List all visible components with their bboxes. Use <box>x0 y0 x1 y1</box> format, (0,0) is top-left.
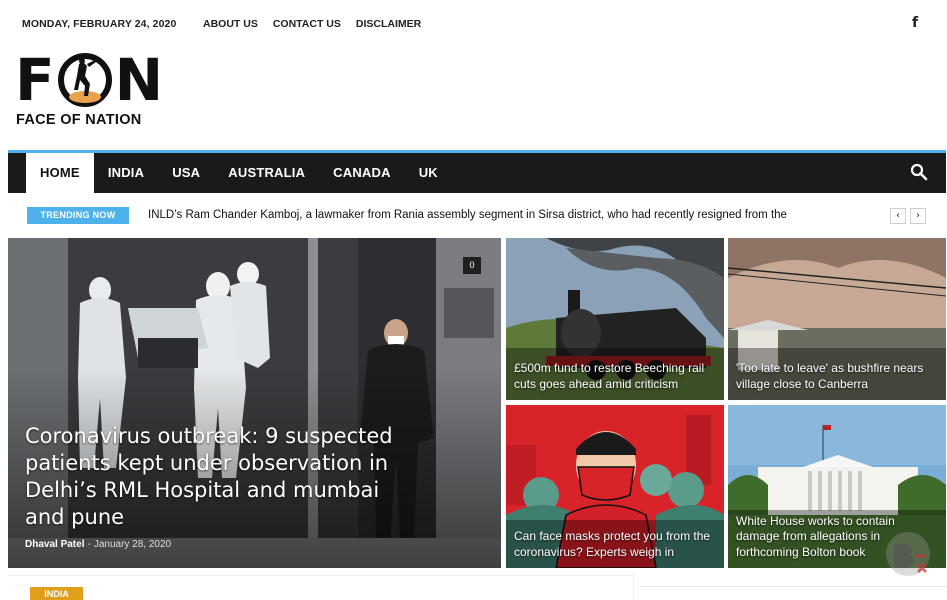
trending-label: TRENDING NOW <box>27 207 129 224</box>
contact-us-link[interactable]: CONTACT US <box>273 18 341 30</box>
featured-title[interactable]: Coronavirus outbreak: 9 suspected patien… <box>25 423 395 531</box>
logo-emblem-icon <box>57 53 112 107</box>
trending-headline[interactable]: INLD’s Ram Chander Kamboj, a lawmaker fr… <box>148 209 868 221</box>
author-name[interactable]: Dhaval Patel <box>25 539 84 550</box>
post-card <box>8 575 634 600</box>
watermark-logo-icon <box>886 532 930 576</box>
sidebar-divider <box>640 586 946 587</box>
top-bar: MONDAY, FEBRUARY 24, 2020 ABOUT US CONTA… <box>0 0 947 48</box>
nav-item-uk[interactable]: UK <box>405 153 452 193</box>
facebook-icon[interactable]: f <box>912 15 918 31</box>
publish-date: January 28, 2020 <box>93 539 172 550</box>
trending-bar: TRENDING NOW INLD’s Ram Chander Kamboj, … <box>8 200 946 232</box>
site-logo[interactable]: F N FACE OF NATION <box>15 46 175 130</box>
nav-item-home[interactable]: HOME <box>26 153 94 193</box>
disclaimer-link[interactable]: DISCLAIMER <box>356 18 421 30</box>
article-tile-bushfire[interactable]: 'Too late to leave' as bushfire nears vi… <box>728 238 946 400</box>
nav-item-canada[interactable]: CANADA <box>319 153 405 193</box>
nav-item-india[interactable]: INDIA <box>94 153 158 193</box>
article-title[interactable]: £500m fund to restore Beeching rail cuts… <box>514 361 719 392</box>
category-badge[interactable]: INDIA <box>30 587 83 600</box>
about-us-link[interactable]: ABOUT US <box>203 18 258 30</box>
meta-separator: - <box>87 539 91 550</box>
logo-letter-n: N <box>114 46 164 114</box>
article-tile-rail[interactable]: £500m fund to restore Beeching rail cuts… <box>506 238 724 400</box>
nav-item-australia[interactable]: AUSTRALIA <box>214 153 319 193</box>
search-icon[interactable] <box>910 163 928 181</box>
article-tile-face-masks[interactable]: Can face masks protect you from the coro… <box>506 405 724 568</box>
logo-letter-f: F <box>15 46 55 114</box>
current-date: MONDAY, FEBRUARY 24, 2020 <box>22 18 177 30</box>
trending-next-button[interactable]: › <box>910 208 926 224</box>
article-title[interactable]: 'Too late to leave' as bushfire nears vi… <box>736 361 941 392</box>
logo-subtitle: FACE OF NATION <box>16 112 142 128</box>
featured-meta: Dhaval Patel - January 28, 2020 <box>25 539 171 550</box>
main-navigation: HOME INDIA USA AUSTRALIA CANADA UK <box>8 150 946 193</box>
trending-prev-button[interactable]: ‹ <box>890 208 906 224</box>
top-links: ABOUT US CONTACT US DISCLAIMER <box>203 18 421 30</box>
comment-count[interactable]: 0 <box>463 257 481 274</box>
article-title[interactable]: Can face masks protect you from the coro… <box>514 529 719 560</box>
featured-article[interactable]: 0 Coronavirus outbreak: 9 suspected pati… <box>8 238 501 568</box>
nav-item-usa[interactable]: USA <box>158 153 214 193</box>
